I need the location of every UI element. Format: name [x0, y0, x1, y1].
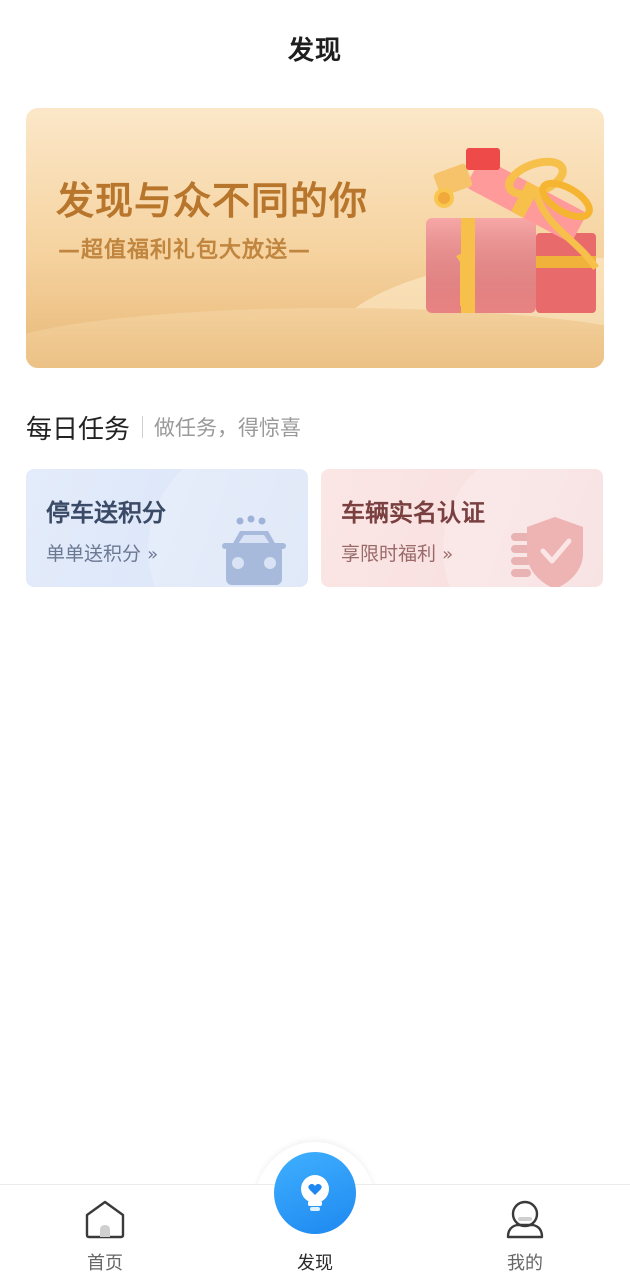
- double-chevron-right-icon: »: [442, 544, 454, 565]
- nav-label-discover: 发现: [297, 1253, 333, 1274]
- nav-label-mine: 我的: [507, 1253, 543, 1274]
- user-icon: [506, 1200, 544, 1239]
- car-icon: [222, 515, 286, 585]
- nav-label-home: 首页: [87, 1253, 123, 1274]
- card-subtitle-text: 享限时福利: [341, 543, 437, 565]
- card-title: 车辆实名认证: [341, 499, 485, 527]
- task-card-vehicle-verification[interactable]: 车辆实名认证 享限时福利 »: [321, 469, 603, 587]
- banner-title: 发现与众不同的你: [56, 179, 369, 223]
- page-title: 发现: [287, 35, 342, 66]
- promo-banner[interactable]: 发现与众不同的你 —超值福利礼包大放送—: [26, 108, 604, 368]
- card-subtitle-text: 单单送积分: [46, 543, 142, 565]
- section-title: 每日任务: [26, 414, 131, 445]
- daily-tasks-heading: 每日任务 做任务，得惊喜: [26, 404, 301, 450]
- lightbulb-heart-icon: [301, 1175, 329, 1211]
- shield-check-icon: [511, 517, 583, 587]
- card-subtitle: 单单送积分 »: [46, 539, 158, 566]
- task-card-parking[interactable]: 停车送积分 单单送积分 »: [26, 469, 308, 587]
- banner-subtitle: —超值福利礼包大放送—: [58, 238, 312, 263]
- nav-item-mine[interactable]: 我的: [465, 1185, 585, 1280]
- gift-box-icon: [426, 148, 599, 313]
- nav-item-home[interactable]: 首页: [45, 1185, 165, 1280]
- card-title: 停车送积分: [46, 499, 166, 527]
- section-divider: [142, 416, 144, 438]
- discover-fab-button[interactable]: [274, 1152, 356, 1234]
- home-icon: [85, 1200, 125, 1239]
- card-subtitle: 享限时福利 »: [341, 539, 453, 566]
- section-subtitle: 做任务，得惊喜: [154, 416, 302, 440]
- double-chevron-right-icon: »: [147, 544, 159, 565]
- discover-page: 发现 发现与众不同的你 —超值福利礼包大放送— 每日任务 做任务，得惊喜 停车送…: [0, 0, 630, 1280]
- header: 发现: [0, 0, 630, 96]
